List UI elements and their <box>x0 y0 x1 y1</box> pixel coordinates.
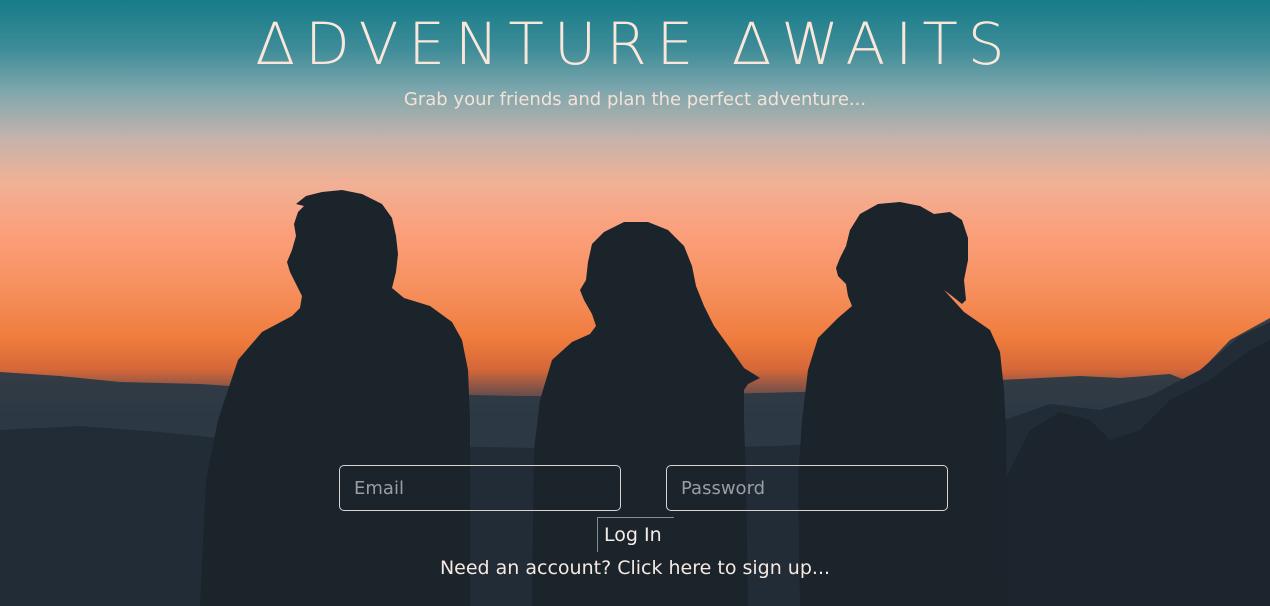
page-title: ΔDVENTURE ΔWAITS <box>255 10 1015 78</box>
login-button[interactable]: Log In <box>597 517 674 552</box>
email-field[interactable] <box>339 465 621 511</box>
signup-link[interactable]: Need an account? Click here to sign up..… <box>0 556 1270 580</box>
password-field[interactable] <box>666 465 948 511</box>
hero-background: ΔDVENTURE ΔWAITS Grab your friends and p… <box>0 0 1270 606</box>
person-right-silhouette <box>798 202 1008 606</box>
person-left-silhouette <box>200 190 470 606</box>
page-subtitle: Grab your friends and plan the perfect a… <box>403 89 867 110</box>
